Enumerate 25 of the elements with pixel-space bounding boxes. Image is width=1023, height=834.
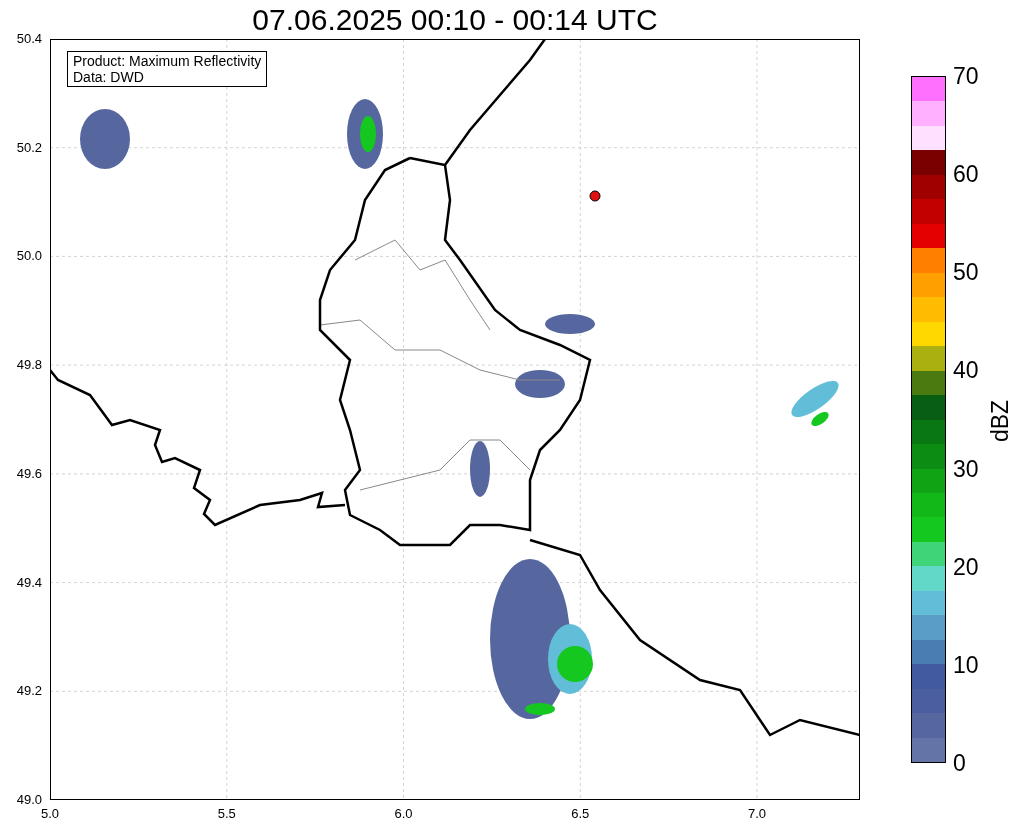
y-tick-label: 50.2 — [15, 139, 42, 156]
chart-title: 07.06.2025 00:10 - 00:14 UTC — [251, 2, 659, 38]
colorbar-label: 70 — [953, 63, 979, 89]
info-text: Data: DWD — [73, 69, 145, 85]
x-tick-label: 6.0 — [393, 806, 414, 822]
x-tick-label: 5.0 — [39, 806, 61, 822]
colorbar-label: 50 — [953, 259, 979, 286]
y-tick-label: 49.0 — [15, 792, 42, 808]
colorbar-label: 30 — [953, 455, 979, 482]
colorbar-unit: dBZ — [987, 398, 1013, 445]
info-text: Product: Maximum Reflectivity — [73, 53, 262, 69]
x-tick-label: 7.0 — [746, 806, 768, 822]
y-tick-label: 49.8 — [15, 357, 42, 374]
colorbar-label: 60 — [953, 161, 979, 188]
y-tick-label: 49.4 — [15, 574, 42, 591]
colorbar-label: 10 — [953, 651, 979, 678]
x-tick-label: 6.5 — [570, 806, 591, 822]
colorbar-label: 20 — [953, 553, 979, 580]
y-tick-label: 49.6 — [15, 465, 42, 482]
y-tick-label: 50.4 — [15, 31, 42, 47]
colorbar-label: 40 — [953, 357, 979, 384]
y-tick-label: 50.0 — [15, 248, 42, 265]
x-tick-label: 5.5 — [216, 806, 237, 822]
y-tick-label: 49.2 — [15, 683, 42, 700]
colorbar-label: 0 — [953, 750, 966, 776]
